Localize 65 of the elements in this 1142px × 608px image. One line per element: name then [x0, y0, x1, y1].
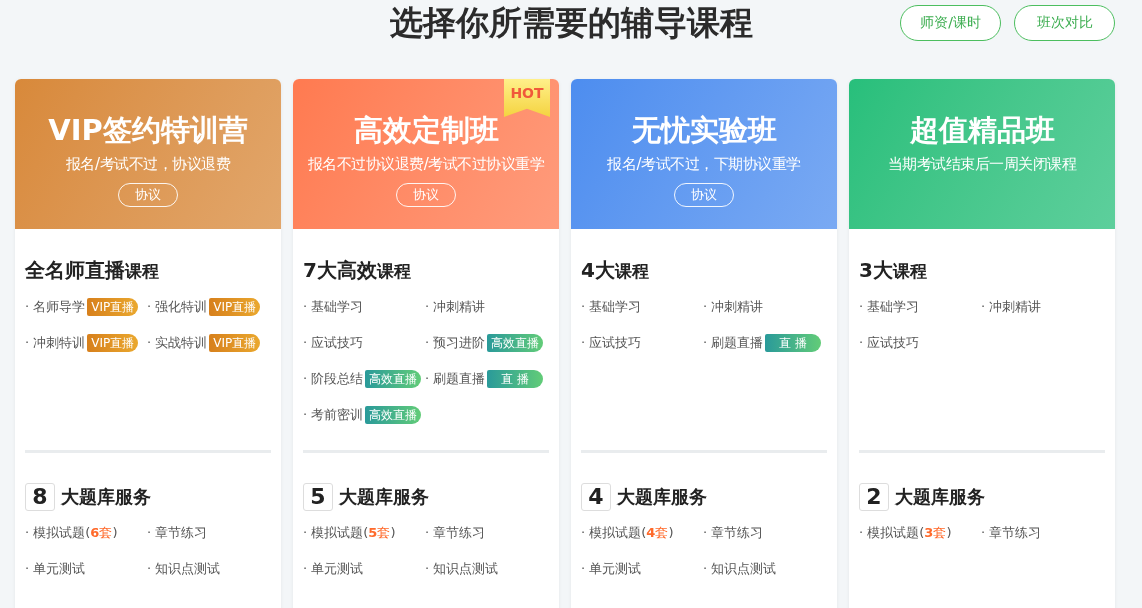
live-tag: 直 播	[487, 370, 544, 388]
live-tag: 高效直播	[487, 334, 544, 352]
header-button[interactable]: 师资/课时	[900, 5, 1001, 41]
service-item: · 章节练习	[147, 524, 208, 542]
service-item: · 模拟试题(6套)	[25, 524, 118, 542]
service-item: · 章节练习	[703, 524, 764, 542]
card-subtitle: 报名/考试不过，下期协议重学	[607, 154, 801, 174]
courses-heading: 7大高效课程	[303, 258, 412, 283]
service-item: · 章节练习	[425, 524, 486, 542]
service-item: · 单元测试	[581, 560, 642, 578]
course-item: · 实战特训	[147, 334, 208, 352]
courses-heading: 4大课程	[581, 258, 650, 283]
service-count: 2	[859, 483, 889, 511]
course-item: · 应试技巧	[303, 334, 364, 352]
live-tag: 高效直播	[365, 406, 422, 424]
service-count: 8	[25, 483, 55, 511]
card-subtitle: 报名不过协议退费/考试不过协议重学	[307, 154, 545, 174]
service-count: 5	[303, 483, 333, 511]
course-item: · 考前密训	[303, 406, 364, 424]
card-subtitle: 报名/考试不过，协议退费	[65, 154, 231, 174]
services-heading: 大题库服务	[617, 485, 707, 509]
courses-heading: 全名师直播课程	[25, 258, 160, 283]
course-item: · 阶段总结	[303, 370, 364, 388]
service-item: · 单元测试	[25, 560, 86, 578]
course-item: · 刷题直播	[703, 334, 764, 352]
course-item: · 基础学习	[581, 298, 642, 316]
header-button[interactable]: 班次对比	[1014, 5, 1115, 41]
course-item: · 应试技巧	[581, 334, 642, 352]
course-item: · 强化特训	[147, 298, 208, 316]
course-item: · 名师导学	[25, 298, 86, 316]
page-title: 选择你所需要的辅导课程	[389, 2, 753, 44]
service-item: · 模拟试题(3套)	[859, 524, 952, 542]
live-tag: 高效直播	[365, 370, 422, 388]
course-item: · 冲刺精讲	[981, 298, 1042, 316]
course-item: · 应试技巧	[859, 334, 920, 352]
card-title: 无忧实验班	[631, 112, 777, 149]
services-heading: 大题库服务	[339, 485, 429, 509]
services-heading: 大题库服务	[61, 485, 151, 509]
live-tag: 直 播	[765, 334, 822, 352]
service-item: · 知识点测试	[425, 560, 499, 578]
card-subtitle: 当期考试结束后一周关闭课程	[887, 154, 1077, 174]
service-item: · 单元测试	[303, 560, 364, 578]
course-item: · 冲刺精讲	[703, 298, 764, 316]
service-count: 4	[581, 483, 611, 511]
live-tag: VIP直播	[209, 334, 261, 352]
live-tag: VIP直播	[209, 298, 261, 316]
services-heading: 大题库服务	[895, 485, 985, 509]
live-tag: VIP直播	[87, 334, 139, 352]
course-item: · 预习进阶	[425, 334, 486, 352]
service-item: · 章节练习	[981, 524, 1042, 542]
card-title: VIP签约特训营	[48, 112, 248, 149]
service-item: · 知识点测试	[147, 560, 221, 578]
course-item: · 刷题直播	[425, 370, 486, 388]
course-item: · 冲刺特训	[25, 334, 86, 352]
course-item: · 冲刺精讲	[425, 298, 486, 316]
courses-heading: 3大课程	[859, 258, 928, 283]
service-item: · 模拟试题(5套)	[303, 524, 396, 542]
service-item: · 知识点测试	[703, 560, 777, 578]
live-tag: VIP直播	[87, 298, 139, 316]
hot-badge: HOT	[504, 79, 550, 117]
course-item: · 基础学习	[859, 298, 920, 316]
course-item: · 基础学习	[303, 298, 364, 316]
card-title: 高效定制班	[353, 112, 499, 149]
card-title: 超值精品班	[909, 112, 1055, 149]
service-item: · 模拟试题(4套)	[581, 524, 674, 542]
